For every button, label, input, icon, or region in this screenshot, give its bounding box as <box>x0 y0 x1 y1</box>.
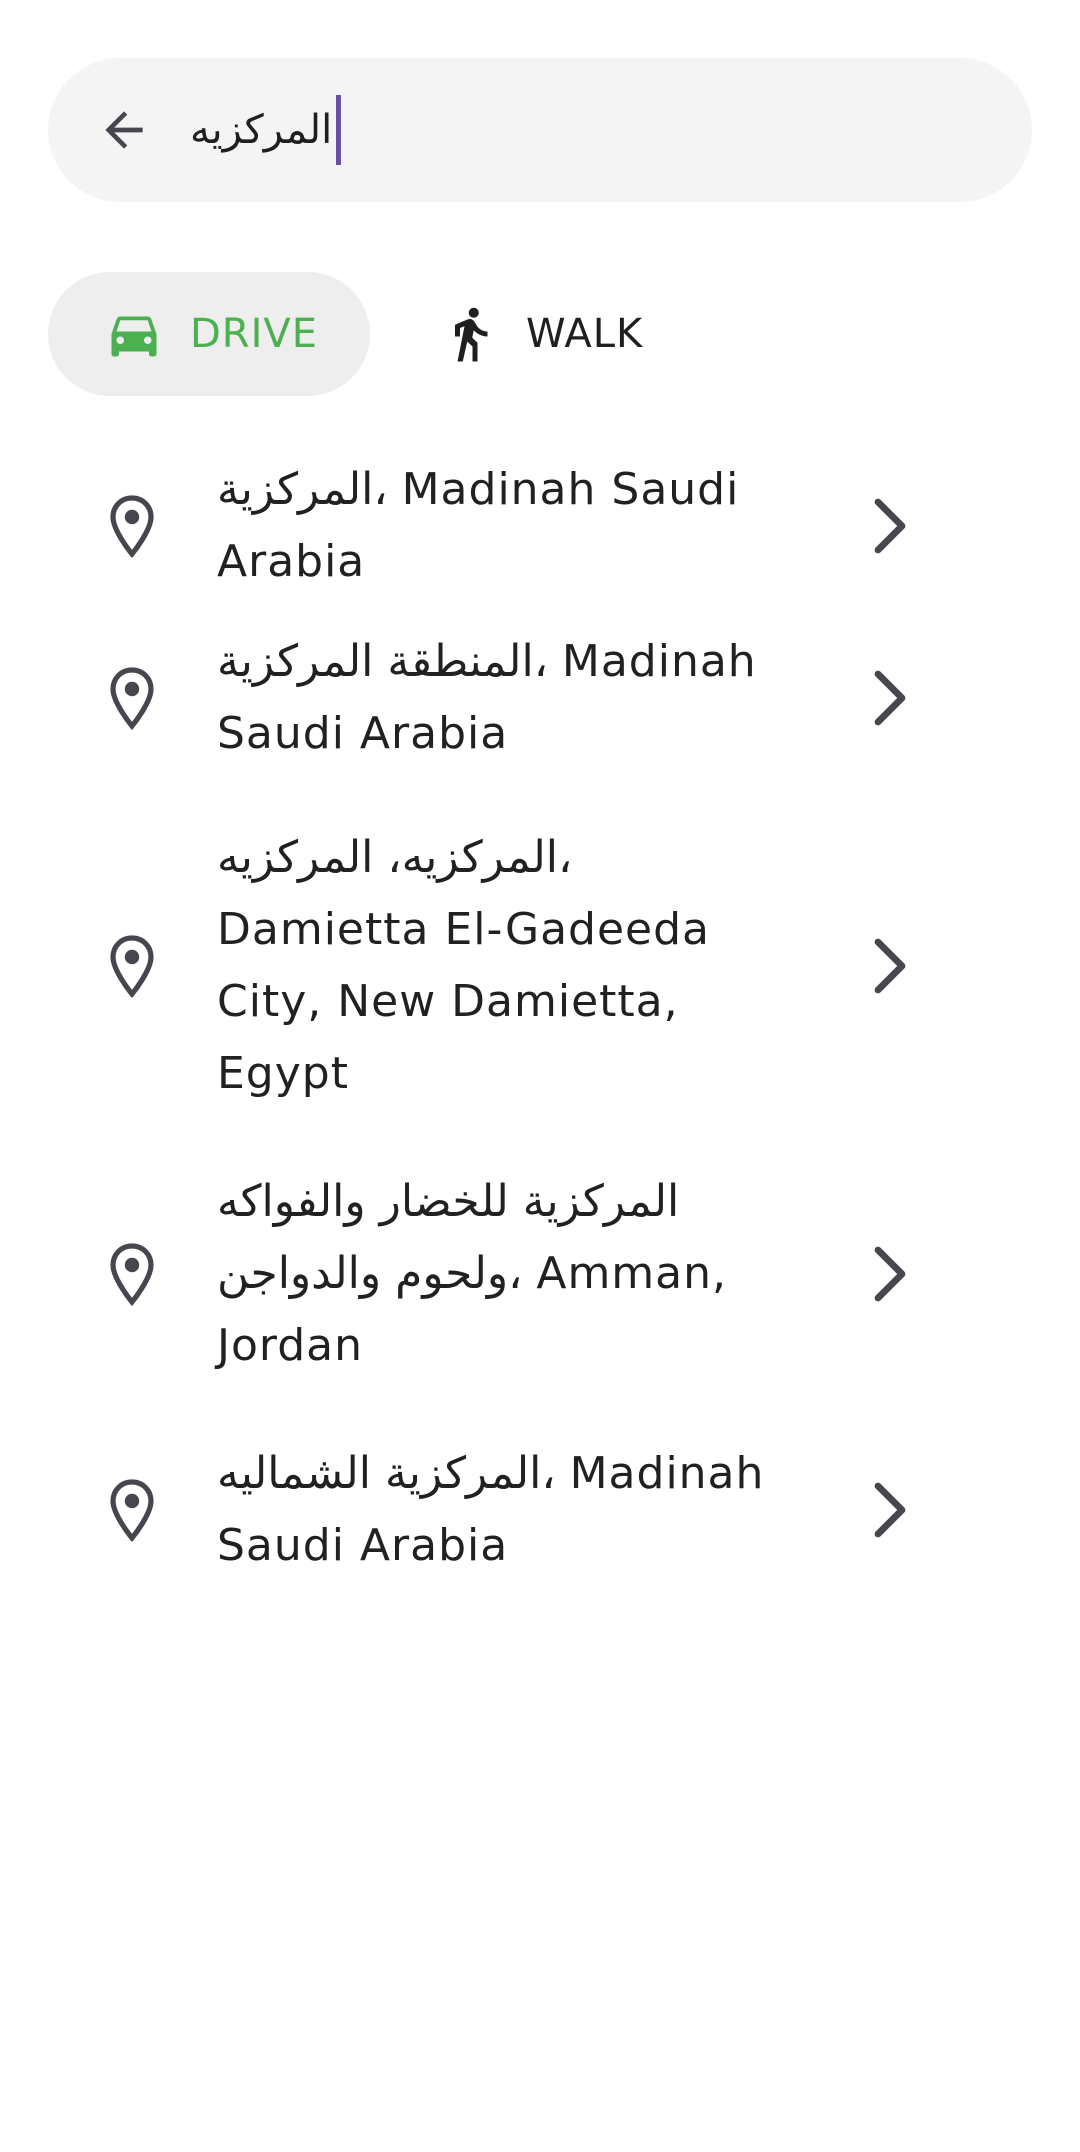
search-results-list: المركزية، Madinah Saudi Arabia المنطقة ا… <box>0 452 1080 1608</box>
drive-mode-label: DRIVE <box>190 311 319 357</box>
walking-person-icon <box>440 304 500 364</box>
search-result-item[interactable]: المركزية، Madinah Saudi Arabia <box>0 452 1080 600</box>
chevron-right-icon <box>862 930 918 1002</box>
search-result-label: المركزية، Madinah Saudi Arabia <box>217 464 740 587</box>
location-pin-icon <box>104 490 160 562</box>
location-pin-icon <box>104 930 160 1002</box>
search-result-label: المركزية للخضار والفواكه ولحوم والدواجن،… <box>217 1176 728 1371</box>
search-input-value: المركزيه <box>190 107 333 153</box>
chevron-right-icon <box>862 662 918 734</box>
location-pin-icon <box>104 1474 160 1546</box>
search-result-label: المركزيه، المركزيه، Damietta El-Gadeeda … <box>217 832 710 1099</box>
location-pin-icon <box>104 1238 160 1310</box>
walk-mode-label: WALK <box>526 311 644 357</box>
search-result-label: المركزية الشماليه، Madinah Saudi Arabia <box>217 1448 765 1571</box>
car-icon <box>104 304 164 364</box>
chevron-right-icon <box>862 1238 918 1310</box>
drive-mode-button[interactable]: DRIVE <box>48 272 370 396</box>
chevron-right-icon <box>862 1474 918 1546</box>
search-bar[interactable]: المركزيه <box>48 58 1032 202</box>
walk-mode-button[interactable]: WALK <box>410 272 643 396</box>
search-result-item[interactable]: المنطقة المركزية، Madinah Saudi Arabia <box>0 600 1080 796</box>
location-pin-icon <box>104 662 160 734</box>
search-result-item[interactable]: المركزية الشماليه، Madinah Saudi Arabia <box>0 1412 1080 1608</box>
search-result-item[interactable]: المركزية للخضار والفواكه ولحوم والدواجن،… <box>0 1136 1080 1412</box>
chevron-right-icon <box>862 490 918 562</box>
back-button[interactable] <box>88 94 160 166</box>
travel-mode-selector: DRIVE WALK <box>48 272 643 396</box>
search-result-label: المنطقة المركزية، Madinah Saudi Arabia <box>217 636 757 759</box>
arrow-left-icon <box>105 111 143 149</box>
text-caret <box>336 95 342 165</box>
search-input[interactable]: المركزيه <box>190 95 342 165</box>
search-result-item[interactable]: المركزيه، المركزيه، Damietta El-Gadeeda … <box>0 796 1080 1136</box>
